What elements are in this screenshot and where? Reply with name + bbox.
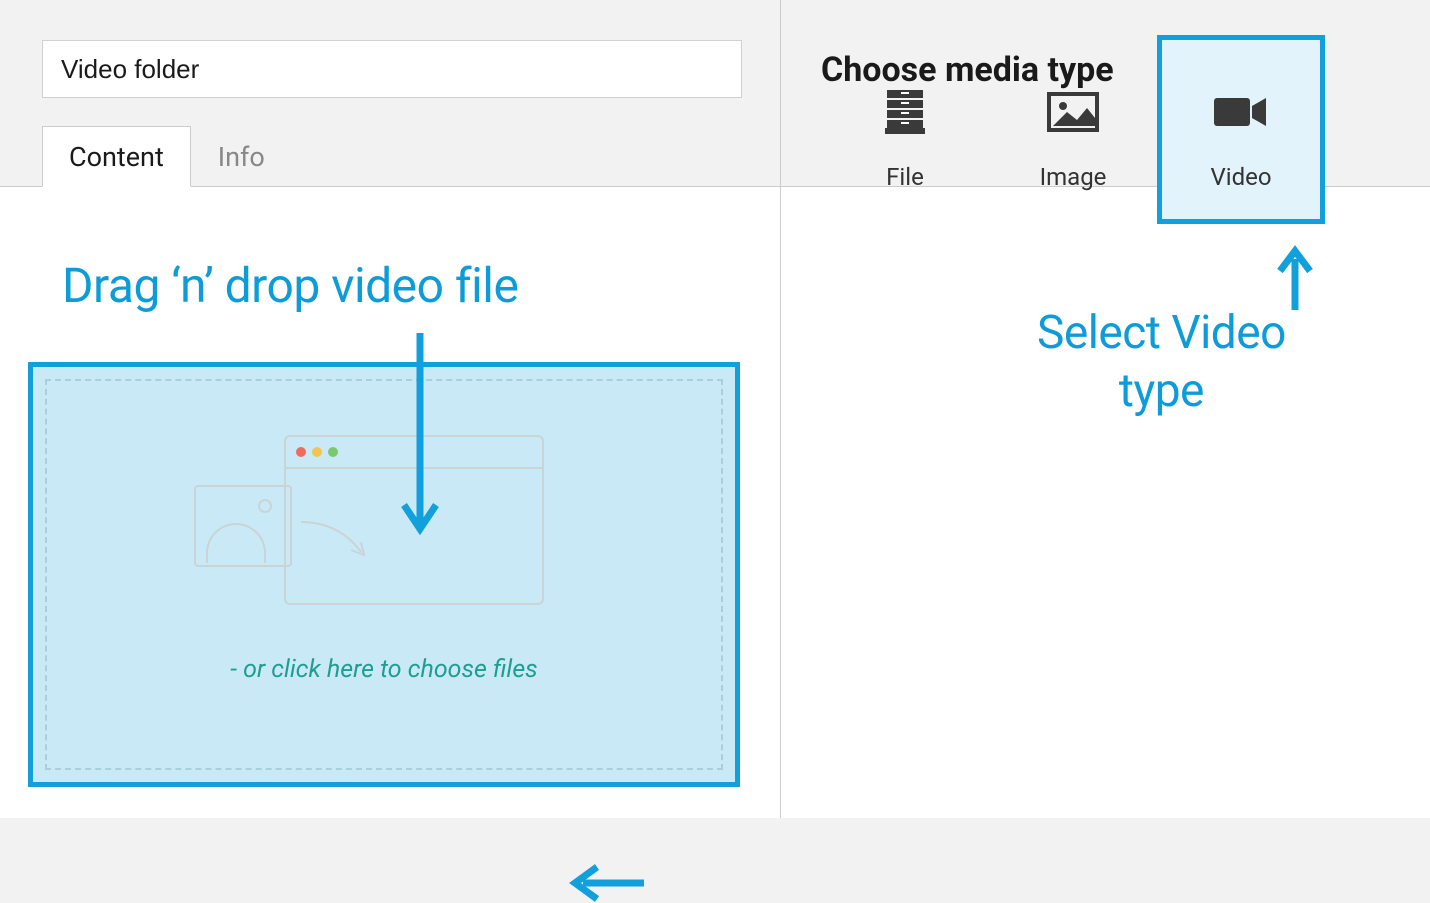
annotation-arrow-down-icon xyxy=(400,333,440,543)
drop-zone-inner: - or click here to choose files xyxy=(45,379,723,770)
folder-name-input[interactable] xyxy=(42,40,742,98)
media-type-label: Image xyxy=(1040,163,1107,191)
annotation-drag-text: Drag ‘n’ drop video file xyxy=(62,257,518,314)
right-panel: Choose media type File xyxy=(780,0,1430,818)
media-type-label: Video xyxy=(1210,163,1271,191)
media-types: File Image Video xyxy=(821,35,1325,224)
tab-info[interactable]: Info xyxy=(191,126,292,187)
tabs: Content Info xyxy=(42,126,292,187)
file-cabinet-icon xyxy=(883,85,927,139)
choose-files-link[interactable]: - or click here to choose files xyxy=(230,655,537,684)
media-type-label: File xyxy=(886,163,924,191)
annotation-select-text: Select Videotype xyxy=(1037,305,1286,420)
tab-label: Info xyxy=(218,141,265,173)
video-camera-icon xyxy=(1212,85,1270,139)
content-area: Drag ‘n’ drop video file xyxy=(0,187,780,818)
media-type-file[interactable]: File xyxy=(821,35,989,224)
tab-label: Content xyxy=(69,141,164,173)
annotation-arrow-left-icon xyxy=(569,863,649,903)
photo-card-icon xyxy=(194,485,292,567)
media-type-video[interactable]: Video xyxy=(1157,35,1325,224)
drop-illustration xyxy=(194,435,574,615)
drop-zone[interactable]: - or click here to choose files xyxy=(28,362,740,787)
left-panel: Content Info Drag ‘n’ drop video file xyxy=(0,0,780,818)
media-type-image[interactable]: Image xyxy=(989,35,1157,224)
tab-content[interactable]: Content xyxy=(42,126,191,187)
image-icon xyxy=(1047,85,1099,139)
